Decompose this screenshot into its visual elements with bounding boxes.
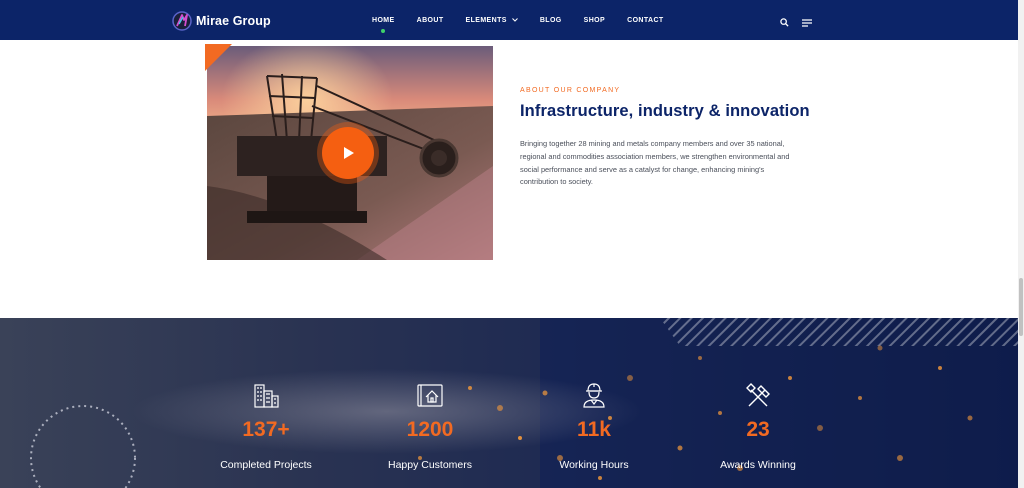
logo-mark-icon (172, 11, 192, 31)
crossed-hammers-icon (743, 380, 773, 410)
stat-label: Working Hours (559, 459, 629, 471)
section-eyebrow: ABOUT OUR COMPANY (520, 87, 621, 94)
nav-contact-label: CONTACT (627, 16, 664, 24)
nav-blog-label: BLOG (539, 16, 562, 24)
nav-shop[interactable]: SHOP (584, 17, 605, 24)
logo-text: Mirae Group (196, 14, 271, 28)
blueprint-house-icon (415, 380, 445, 410)
nav-home-label: HOME (372, 16, 395, 24)
chevron-down-icon (511, 17, 518, 24)
active-indicator-dot (381, 28, 386, 33)
page-scrollbar[interactable] (1018, 0, 1024, 488)
nav-shop-label: SHOP (583, 16, 606, 24)
nav-home[interactable]: HOME (372, 16, 395, 33)
stat-number: 23 (746, 418, 770, 441)
stat-number: 137+ (242, 418, 290, 441)
site-header: Mirae Group HOME ABOUT ELEMENTS BLOG SHO… (0, 0, 1018, 40)
nav-contact[interactable]: CONTACT (627, 17, 664, 24)
accent-corner (205, 44, 232, 71)
stat-label: Awards Winning (720, 459, 796, 471)
nav-about[interactable]: ABOUT (417, 17, 444, 24)
header-actions (780, 14, 812, 32)
stats-section: 137+ Completed Projects 1200 Happy Custo… (0, 318, 1018, 488)
nav-blog[interactable]: BLOG (540, 17, 562, 24)
main-nav: HOME ABOUT ELEMENTS BLOG SHOP CONTACT (372, 0, 686, 40)
stat-number: 11k (577, 418, 611, 441)
nav-elements[interactable]: ELEMENTS (466, 17, 518, 24)
nav-elements-label: ELEMENTS (465, 16, 507, 24)
stat-label: Completed Projects (220, 459, 312, 471)
menu-lines-icon[interactable] (802, 14, 812, 32)
worker-icon (579, 380, 609, 410)
section-body: Bringing together 28 mining and metals c… (520, 139, 790, 187)
logo[interactable]: Mirae Group (172, 11, 271, 31)
stats-background-image (0, 318, 1018, 488)
page: Mirae Group HOME ABOUT ELEMENTS BLOG SHO… (0, 0, 1024, 488)
nav-about-label: ABOUT (416, 16, 444, 24)
search-icon[interactable] (780, 14, 789, 32)
stat-label: Happy Customers (387, 459, 473, 471)
buildings-icon (251, 380, 281, 410)
play-icon[interactable] (322, 127, 374, 179)
scrollbar-thumb[interactable] (1019, 278, 1023, 336)
stat-number: 1200 (406, 418, 454, 441)
section-heading: Infrastructure, industry & innovation (520, 102, 810, 120)
